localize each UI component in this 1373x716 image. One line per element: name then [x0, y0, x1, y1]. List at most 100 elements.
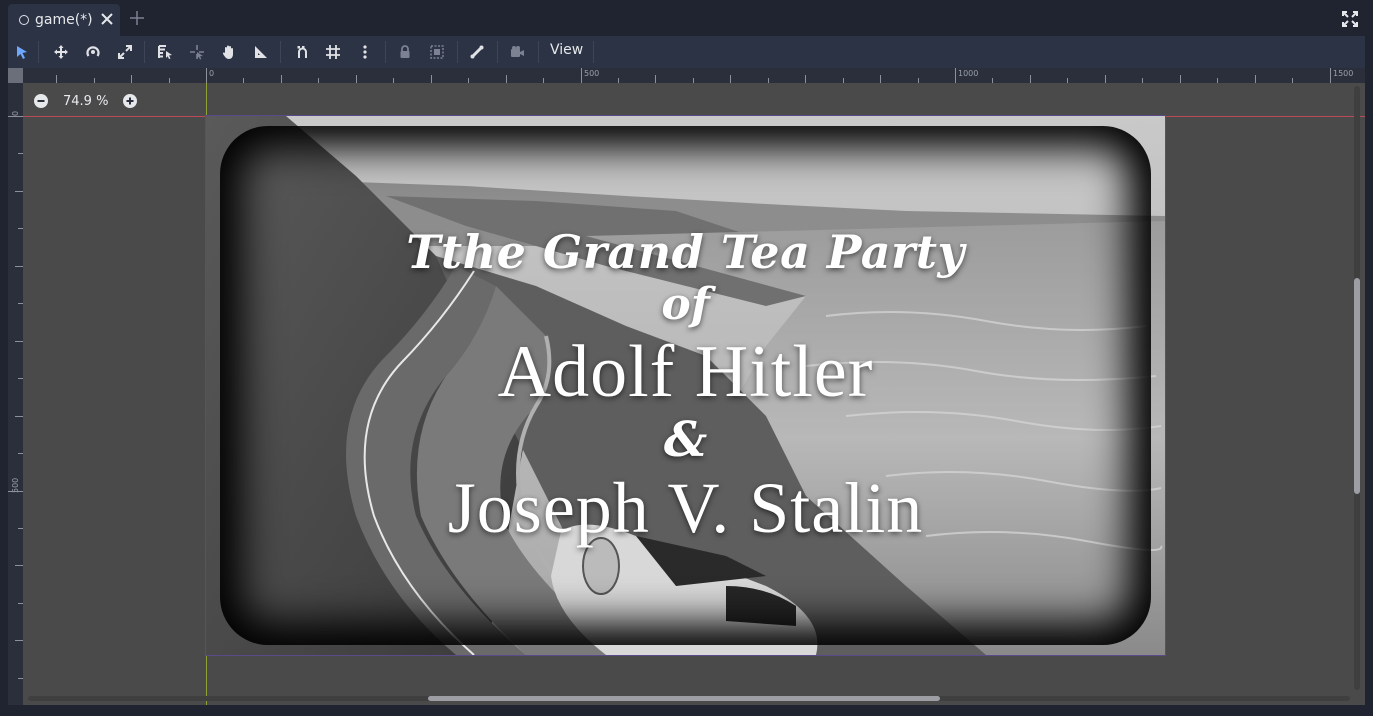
camera-override-button[interactable]	[506, 41, 528, 63]
ruler-tick	[15, 190, 23, 192]
canvas-viewport[interactable]: 0 500 1000 1500 0 500 Tthe Grand Tea Par…	[8, 68, 1365, 705]
ruler-tick	[18, 602, 23, 604]
title-line-4: &	[663, 412, 708, 468]
ruler-tick	[15, 640, 23, 642]
title-text-block: Tthe Grand Tea Party of Adolf Hitler & J…	[206, 224, 1165, 550]
ruler-tick	[280, 75, 282, 83]
group-icon	[430, 45, 444, 59]
scale-icon	[118, 45, 132, 59]
ruler-tick	[15, 565, 23, 567]
ruler-label: 500	[584, 69, 600, 78]
zoom-in-icon[interactable]	[122, 93, 138, 109]
ruler-tick	[8, 116, 23, 117]
ruler-tick	[8, 490, 23, 492]
smart-snap-button[interactable]	[291, 41, 313, 63]
scale-tool-button[interactable]	[114, 41, 136, 63]
grid-snap-button[interactable]	[322, 41, 344, 63]
ruler-tick	[842, 78, 844, 83]
ruler-tick	[1029, 75, 1031, 83]
ruler-tick	[1292, 78, 1294, 83]
ruler-tick	[767, 78, 769, 83]
ruler-tick	[1104, 75, 1106, 83]
select-arrow-icon	[17, 46, 27, 59]
ruler-tick	[730, 75, 732, 83]
rotate-tool-button[interactable]	[82, 41, 104, 63]
ruler-corner	[8, 68, 23, 83]
ruler-icon	[255, 46, 267, 58]
move-icon	[54, 45, 68, 59]
camera-icon	[511, 46, 524, 57]
ruler-tick	[1254, 75, 1256, 83]
ruler-tool-button[interactable]	[250, 41, 272, 63]
ruler-tick	[1217, 78, 1219, 83]
bone-icon	[470, 45, 484, 59]
pan-tool-button[interactable]	[218, 41, 240, 63]
ruler-tick	[992, 78, 994, 83]
distraction-free-icon[interactable]	[1342, 11, 1358, 27]
ruler-tick	[243, 78, 245, 83]
list-select-tool-button[interactable]	[154, 41, 176, 63]
ruler-tick	[18, 677, 23, 679]
ruler-tick	[93, 78, 95, 83]
ruler-tick	[430, 75, 432, 83]
ruler-tick	[355, 75, 357, 83]
ruler-tick	[580, 68, 582, 83]
ruler-tick	[18, 378, 23, 380]
scene-frame[interactable]: Tthe Grand Tea Party of Adolf Hitler & J…	[205, 115, 1166, 656]
ruler-tick	[18, 303, 23, 305]
add-tab-icon[interactable]	[128, 9, 146, 27]
horizontal-ruler: 0 500 1000 1500	[23, 68, 1365, 83]
hand-icon	[222, 45, 233, 59]
ruler-tick	[15, 415, 23, 417]
rotate-icon	[86, 46, 100, 57]
close-icon[interactable]	[99, 11, 115, 27]
title-line-1: Tthe Grand Tea Party	[406, 225, 965, 279]
pivot-tool-button[interactable]	[186, 41, 208, 63]
horizontal-scrollbar-thumb[interactable]	[428, 696, 940, 701]
title-line-2: of	[661, 279, 710, 330]
zoom-out-icon[interactable]	[33, 93, 49, 109]
scene-circle-icon	[19, 15, 29, 25]
ruler-tick	[168, 78, 170, 83]
vertical-ruler: 0 500	[8, 83, 23, 705]
ruler-tick	[18, 228, 23, 230]
skeleton-button[interactable]	[466, 41, 488, 63]
ruler-tick	[15, 340, 23, 342]
ruler-tick	[18, 153, 23, 155]
ruler-tick	[617, 78, 619, 83]
zoom-reset-button[interactable]: 74.9 %	[63, 94, 108, 109]
ruler-tick	[393, 78, 395, 83]
grid-snap-icon	[326, 45, 340, 59]
ruler-tick	[18, 527, 23, 529]
ruler-tick	[655, 75, 657, 83]
lock-icon	[400, 45, 410, 58]
move-tool-button[interactable]	[50, 41, 72, 63]
ruler-tick	[1179, 75, 1181, 83]
ruler-tick	[955, 68, 956, 83]
ruler-tick	[15, 265, 23, 267]
snap-options-button[interactable]	[354, 41, 376, 63]
smart-snap-icon	[297, 46, 307, 58]
ruler-tick	[1142, 78, 1144, 83]
ruler-tick	[18, 453, 23, 455]
ruler-tick	[543, 78, 545, 83]
group-button[interactable]	[426, 41, 448, 63]
list-select-icon	[158, 45, 172, 59]
kebab-menu-icon	[363, 45, 367, 59]
scene-tab-game[interactable]: game(*)	[8, 4, 120, 36]
ruler-label: 1000	[958, 69, 979, 78]
lock-button[interactable]	[394, 41, 416, 63]
pivot-icon	[190, 45, 204, 60]
scene-tab-label: game(*)	[35, 12, 93, 28]
vertical-scrollbar-thumb[interactable]	[1354, 278, 1360, 494]
ruler-tick	[692, 78, 694, 83]
view-menu-button[interactable]: View	[550, 42, 583, 58]
ruler-tick	[880, 75, 882, 83]
title-line-3: Adolf Hitler	[497, 331, 874, 413]
ruler-label: 1500	[1333, 69, 1354, 78]
select-tool-button[interactable]	[11, 41, 33, 63]
ruler-tick	[131, 75, 133, 83]
ruler-tick	[805, 75, 807, 83]
title-line-5: Joseph V. Stalin	[447, 468, 924, 548]
ruler-tick	[917, 78, 919, 83]
